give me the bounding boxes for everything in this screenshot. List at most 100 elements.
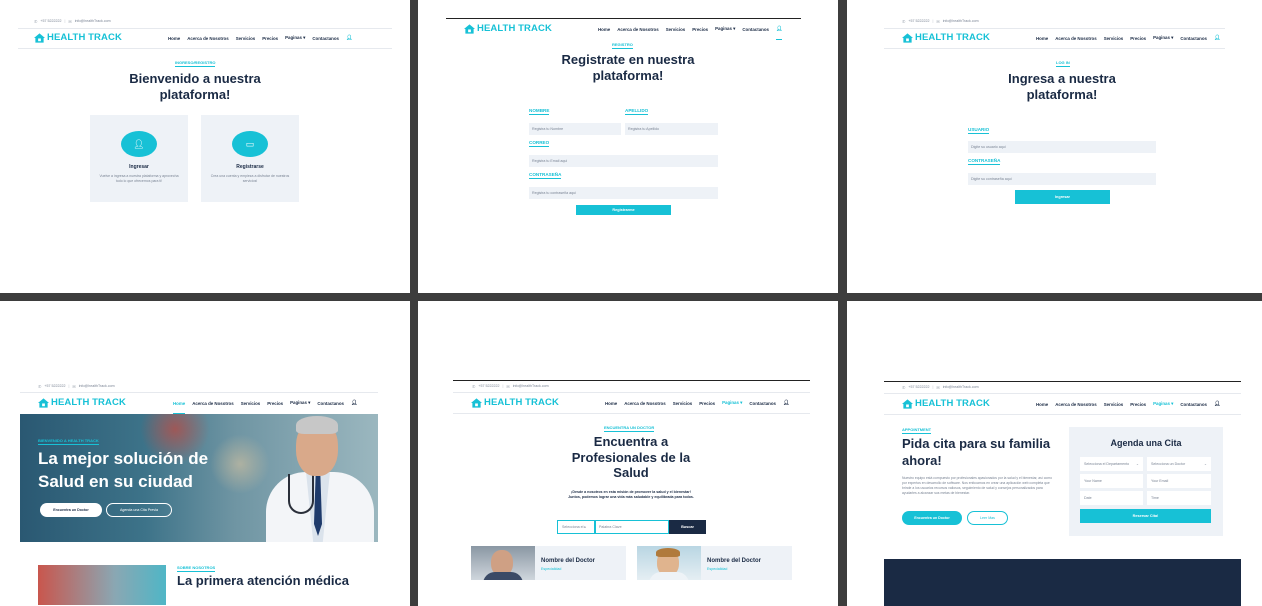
brand-logo[interactable]: HEALTH TRACK (902, 398, 990, 409)
nav-services[interactable]: Servicios (241, 401, 261, 406)
nav-home[interactable]: Home (598, 27, 610, 32)
username-field[interactable]: Digite su usuario aqui (968, 141, 1156, 153)
date-field[interactable]: Date (1080, 491, 1143, 505)
nav-prices[interactable]: Precios (1130, 36, 1146, 41)
register-card[interactable]: ▭ Registrarse Crea una cuenta y empieza … (201, 115, 299, 202)
nav-home[interactable]: Home (173, 401, 186, 414)
topbar-email[interactable]: info@healthTrack.com (75, 19, 111, 23)
main-nav: Home Acerca de Nosotros Servicios Precio… (168, 35, 353, 49)
brand-logo[interactable]: HEALTH TRACK (471, 397, 559, 408)
doctor-hair (296, 416, 338, 434)
time-field[interactable]: Time (1147, 491, 1211, 505)
house-icon (902, 398, 913, 409)
main-nav: Home Acerca de Nosotros Servicios Precio… (605, 400, 789, 414)
nav-home[interactable]: Home (1036, 36, 1048, 41)
category-select[interactable]: Selecciona el ▸ (557, 520, 595, 534)
topbar-phone: +57 5222222 (40, 19, 62, 23)
nav-pages[interactable]: Paginas ▾ (715, 26, 735, 32)
nav-contact[interactable]: Contactanos (742, 27, 769, 32)
nav-pages[interactable]: Paginas ▾ (1153, 401, 1174, 415)
hero-eyebrow: BIENVENIDO A HEALTH TRACK (38, 438, 99, 445)
nav-home[interactable]: Home (168, 36, 180, 41)
keyword-input[interactable]: Palabra Clave (595, 520, 669, 534)
user-icon[interactable]: 👤︎ (775, 26, 783, 40)
topbar-email[interactable]: info@healthTrack.com (79, 384, 115, 388)
nav-contact[interactable]: Contactanos (1180, 36, 1207, 41)
topbar-email[interactable]: info@healthTrack.com (513, 384, 549, 388)
nav-about[interactable]: Acerca de Nosotros (192, 401, 233, 406)
brand-logo[interactable]: HEALTH TRACK (464, 23, 552, 34)
nav-services[interactable]: Servicios (1104, 402, 1124, 407)
divider (20, 392, 378, 393)
nav-contact[interactable]: Contactanos (317, 401, 344, 406)
search-button[interactable]: Buscar (669, 520, 706, 534)
brand-logo[interactable]: HEALTH TRACK (38, 397, 126, 408)
nav-prices[interactable]: Precios (267, 401, 283, 406)
nav-contact[interactable]: Contactanos (312, 36, 339, 41)
department-select[interactable]: Selecciona el Departamento ⌄ (1080, 457, 1143, 471)
nav-services[interactable]: Servicios (1104, 36, 1124, 41)
find-doctor-button[interactable]: Encuentra un Doctor (40, 503, 102, 517)
phone-icon: ✆ (902, 384, 906, 390)
hero-banner: BIENVENIDO A HEALTH TRACK La mejor soluc… (20, 414, 378, 542)
register-button[interactable]: Registrarme (576, 205, 671, 215)
brand-logo[interactable]: HEALTH TRACK (34, 32, 122, 43)
user-icon[interactable]: 👤︎ (351, 400, 357, 406)
topbar-phone: +57 5222222 (908, 385, 930, 389)
topbar-email[interactable]: info@healthTrack.com (943, 19, 979, 23)
nombre-field[interactable]: Registra tu Nombre (529, 123, 621, 135)
nav-contact[interactable]: Contactanos (749, 401, 776, 406)
user-icon[interactable]: 👤︎ (783, 400, 789, 406)
user-icon[interactable]: 👤︎ (1214, 401, 1220, 407)
apellido-field[interactable]: Registra tu Apellido (625, 123, 718, 135)
topbar-phone: +57 5222222 (908, 19, 930, 23)
nav-contact[interactable]: Contactanos (1180, 402, 1207, 407)
doctor-select[interactable]: Selecciona un Doctor ⌄ (1147, 457, 1211, 471)
login-card[interactable]: 👤︎ Ingresar Vuelve a ingresa a nuestra p… (90, 115, 188, 202)
topbar-email[interactable]: info@healthTrack.com (943, 385, 979, 389)
nav-home[interactable]: Home (605, 401, 617, 406)
doctor-card[interactable]: Nombre del Doctor Especialidad (637, 546, 792, 580)
book-appointment-button[interactable]: Reservar Cita! (1080, 509, 1211, 523)
doctor-card[interactable]: Nombre del Doctor Especialidad (471, 546, 626, 580)
main-nav: Home Acerca de Nosotros Servicios Precio… (1036, 35, 1221, 49)
nav-prices[interactable]: Precios (699, 401, 715, 406)
nav-about[interactable]: Acerca de Nosotros (624, 401, 665, 406)
nav-prices[interactable]: Precios (692, 27, 708, 32)
user-icon[interactable]: 👤︎ (345, 35, 353, 49)
nav-pages[interactable]: Paginas ▾ (722, 400, 743, 414)
doctor-specialty: Especialidad (707, 567, 728, 571)
nav-prices[interactable]: Precios (262, 36, 278, 41)
password-field[interactable]: Digite su contraseña aqui (968, 173, 1156, 185)
user-icon[interactable]: 👤︎ (1213, 35, 1221, 49)
nav-services[interactable]: Servicios (236, 36, 256, 41)
divider (884, 414, 1241, 415)
nav-about[interactable]: Acerca de Nosotros (1055, 36, 1096, 41)
read-more-button[interactable]: Leer Mas (967, 511, 1008, 525)
nav-services[interactable]: Servicios (673, 401, 693, 406)
brand-logo[interactable]: HEALTH TRACK (902, 32, 990, 43)
email-field[interactable]: Registra tu Email aqui (529, 155, 718, 167)
name-field[interactable]: Your Name (1080, 474, 1143, 488)
nav-about[interactable]: Acerca de Nosotros (1055, 402, 1096, 407)
email-field[interactable]: Your Email (1147, 474, 1211, 488)
password-field[interactable]: Registra tu contraseña aqui (529, 187, 718, 199)
find-doctor-button[interactable]: Encuentra un Doctor (902, 511, 962, 525)
nav-about[interactable]: Acerca de Nosotros (187, 36, 228, 41)
mail-icon: ✉ (936, 18, 940, 24)
nav-pages[interactable]: Paginas ▾ (1153, 35, 1173, 41)
panel-login: ✆ +57 5222222 | ✉ info@healthTrack.com H… (847, 0, 1262, 293)
doctor-photo (637, 546, 701, 580)
login-button[interactable]: Ingresar (1015, 190, 1110, 204)
page-title: Bienvenido a nuestra plataforma! (129, 71, 261, 102)
nav-services[interactable]: Servicios (666, 27, 686, 32)
nav-pages[interactable]: Paginas ▾ (290, 400, 310, 406)
book-appointment-button[interactable]: Agenda una Cita Previa (106, 503, 172, 517)
phone-icon: ✆ (34, 18, 38, 24)
nav-home[interactable]: Home (1036, 402, 1048, 407)
nav-pages[interactable]: Paginas ▾ (285, 35, 305, 41)
about-image (38, 565, 166, 605)
nav-about[interactable]: Acerca de Nosotros (617, 27, 658, 32)
topbar-phone: +57 5222222 (478, 384, 500, 388)
nav-prices[interactable]: Precios (1130, 402, 1146, 407)
